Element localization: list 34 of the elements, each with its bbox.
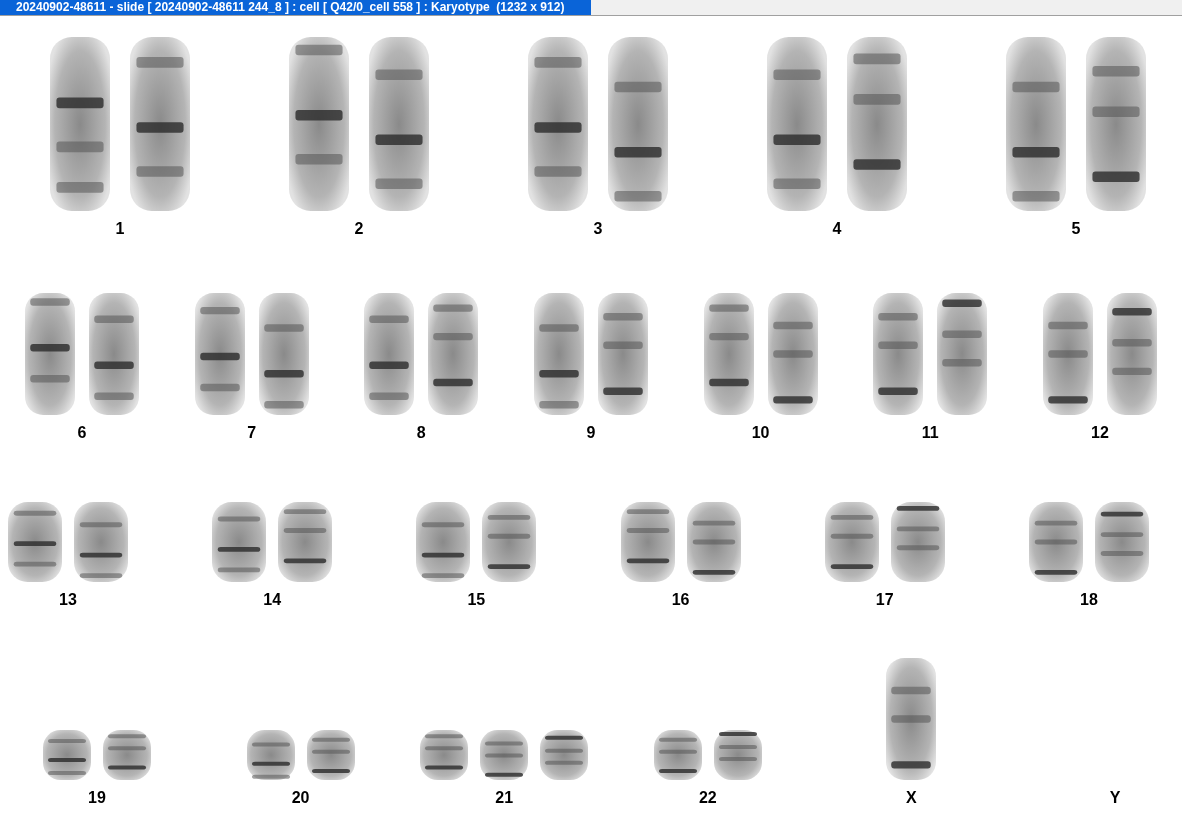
chromosome-image xyxy=(42,729,92,781)
chromosome-label: 19 xyxy=(88,789,106,807)
chromosome-label: 1 xyxy=(115,220,125,238)
chromosome-image xyxy=(245,729,296,781)
chromosome-label: Y xyxy=(1109,789,1121,807)
chromosome-image xyxy=(102,729,152,781)
chromosome-image xyxy=(479,729,530,781)
chromosome-label: 14 xyxy=(263,591,282,609)
chromosome-label: 6 xyxy=(77,424,87,442)
chromosome-label: 9 xyxy=(586,424,596,442)
chromosome-image xyxy=(652,729,703,781)
chromosome-label: X xyxy=(906,789,917,807)
chromosome-label: 12 xyxy=(1091,424,1109,442)
chromosome-label: 18 xyxy=(1080,591,1098,609)
chromosome-image xyxy=(419,729,470,781)
chromosome-label: 4 xyxy=(832,220,842,238)
chromosome-label: 22 xyxy=(698,789,717,807)
chromosome-label: 20 xyxy=(291,789,310,807)
chromosome-label: 11 xyxy=(921,424,939,442)
chromosome-image xyxy=(712,729,763,781)
chromosome-label: 16 xyxy=(671,591,690,609)
chromosome-label: 21 xyxy=(495,789,514,807)
chromosome-label: 3 xyxy=(593,220,603,238)
chromosome-image xyxy=(305,729,356,781)
chromosome-label: 7 xyxy=(247,424,257,442)
chromosome-image xyxy=(539,729,590,781)
chromosome-label: 15 xyxy=(467,591,486,609)
chromosome-label: 2 xyxy=(354,220,364,238)
chromosome-label: 13 xyxy=(59,591,77,609)
chromosome-label: 10 xyxy=(751,424,770,442)
chromosome-label: 8 xyxy=(416,424,426,442)
chromosome-label: 17 xyxy=(875,591,894,609)
chromosome-label: 5 xyxy=(1071,220,1081,238)
window-title: 20240902-48611 - slide [ 20240902-48611 244_8 ] : cell [ Q42/0_cell 558 ] : Karyotype (1232 x 912) xyxy=(0,0,591,15)
